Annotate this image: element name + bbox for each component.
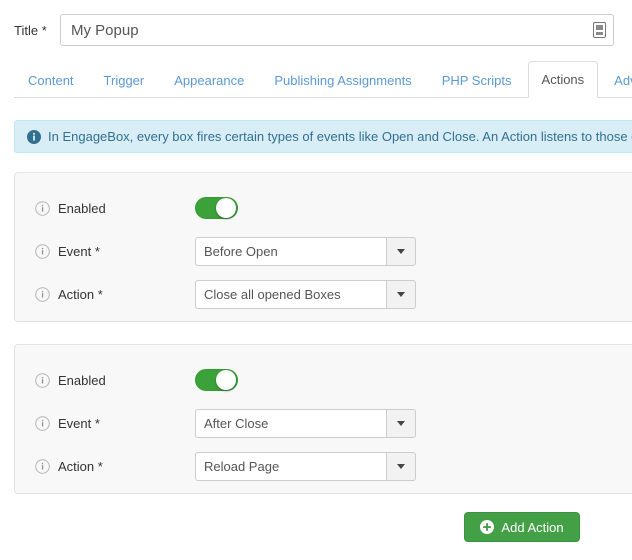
event-label-text: Event * bbox=[58, 415, 100, 431]
chevron-down-icon[interactable] bbox=[386, 451, 416, 481]
info-circle-outline-icon[interactable] bbox=[35, 458, 50, 474]
tab-advanced[interactable]: Advanced bbox=[600, 62, 632, 98]
enabled-label-text: Enabled bbox=[58, 200, 106, 216]
event-select[interactable]: Before Open bbox=[195, 236, 416, 266]
info-circle-outline-icon[interactable] bbox=[35, 243, 50, 259]
enabled-label-text: Enabled bbox=[58, 372, 106, 388]
info-alert-text: In EngageBox, every box fires certain ty… bbox=[48, 129, 632, 144]
info-circle-outline-icon[interactable] bbox=[35, 200, 50, 216]
add-action-button-label: Add Action bbox=[501, 519, 564, 535]
event-row: Event * After Close bbox=[15, 406, 632, 440]
chevron-down-icon[interactable] bbox=[386, 279, 416, 309]
enabled-toggle[interactable] bbox=[195, 369, 238, 391]
enabled-row: Enabled bbox=[15, 363, 632, 397]
action-row: Action * Reload Page bbox=[15, 449, 632, 483]
event-select-value: After Close bbox=[195, 408, 386, 438]
action-select-value: Close all opened Boxes bbox=[195, 279, 386, 309]
document-save-icon[interactable] bbox=[593, 22, 606, 38]
title-required-asterisk: * bbox=[41, 22, 47, 38]
title-input-wrapper bbox=[60, 14, 614, 46]
enabled-toggle[interactable] bbox=[195, 197, 238, 219]
tab-appearance[interactable]: Appearance bbox=[160, 62, 258, 98]
tab-trigger[interactable]: Trigger bbox=[90, 62, 159, 98]
toggle-knob bbox=[216, 198, 236, 218]
enabled-row: Enabled bbox=[15, 191, 632, 225]
plus-circle-icon bbox=[480, 520, 495, 534]
event-select-value: Before Open bbox=[195, 236, 386, 266]
info-circle-outline-icon[interactable] bbox=[35, 415, 50, 431]
action-row: Action * Close all opened Boxes bbox=[15, 277, 632, 311]
event-label: Event * bbox=[15, 244, 195, 259]
event-label: Event * bbox=[15, 416, 195, 431]
title-input[interactable] bbox=[60, 14, 614, 46]
action-select-value: Reload Page bbox=[195, 451, 386, 481]
info-circle-outline-icon[interactable] bbox=[35, 372, 50, 388]
add-action-button[interactable]: Add Action bbox=[464, 512, 580, 542]
event-label-text: Event * bbox=[58, 243, 100, 259]
info-alert: In EngageBox, every box fires certain ty… bbox=[14, 120, 632, 153]
tab-actions[interactable]: Actions bbox=[527, 61, 599, 98]
tab-bar: Content Trigger Appearance Publishing As… bbox=[14, 61, 632, 98]
action-panel: Enabled Event * Before Open Action * Clo… bbox=[14, 172, 632, 322]
event-row: Event * Before Open bbox=[15, 234, 632, 268]
enabled-label: Enabled bbox=[15, 373, 195, 388]
action-label-text: Action * bbox=[58, 286, 103, 302]
info-circle-icon bbox=[27, 129, 41, 144]
action-label: Action * bbox=[15, 459, 195, 474]
action-select[interactable]: Reload Page bbox=[195, 451, 416, 481]
chevron-down-icon[interactable] bbox=[386, 408, 416, 438]
chevron-down-icon[interactable] bbox=[386, 236, 416, 266]
tab-content[interactable]: Content bbox=[14, 62, 88, 98]
action-label: Action * bbox=[15, 287, 195, 302]
title-label: Title * bbox=[14, 23, 60, 38]
action-select[interactable]: Close all opened Boxes bbox=[195, 279, 416, 309]
action-panel: Enabled Event * After Close Action * Rel… bbox=[14, 344, 632, 494]
toggle-knob bbox=[216, 370, 236, 390]
title-label-text: Title bbox=[14, 22, 39, 38]
info-circle-outline-icon[interactable] bbox=[35, 286, 50, 302]
tab-publishing-assignments[interactable]: Publishing Assignments bbox=[260, 62, 425, 98]
event-select[interactable]: After Close bbox=[195, 408, 416, 438]
action-label-text: Action * bbox=[58, 458, 103, 474]
title-field-row: Title * bbox=[14, 14, 614, 46]
tab-php-scripts[interactable]: PHP Scripts bbox=[428, 62, 526, 98]
enabled-label: Enabled bbox=[15, 201, 195, 216]
